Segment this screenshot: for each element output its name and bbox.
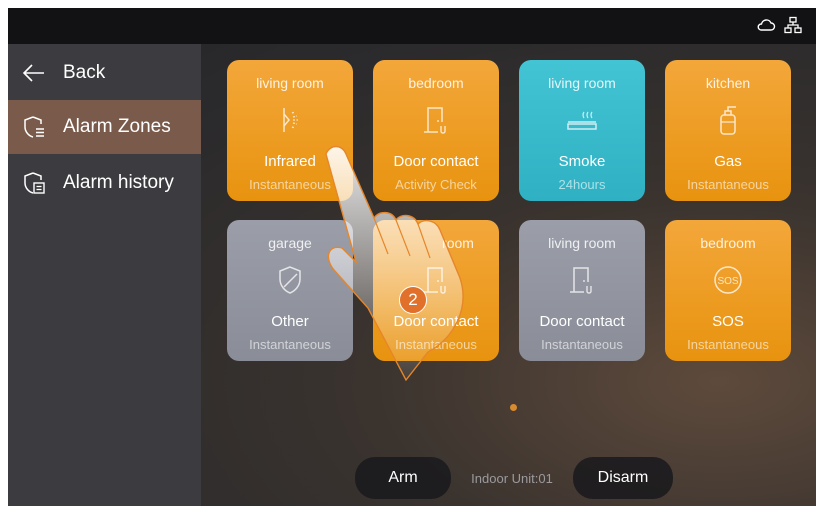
zone-room: living room: [548, 235, 616, 251]
zone-type: SOS: [712, 313, 744, 330]
zone-type: Infrared: [264, 153, 316, 170]
zone-mode: Instantaneous: [395, 337, 477, 352]
step-number: 2: [408, 290, 418, 309]
zone-tile[interactable]: bedroom SOS SOS Instantaneous: [665, 220, 791, 361]
door-contact-icon: [570, 267, 592, 294]
zone-type: Gas: [714, 153, 742, 170]
cloud-icon: [756, 16, 776, 34]
disarm-button[interactable]: Disarm: [573, 457, 673, 499]
zone-room: living room: [548, 75, 616, 91]
sidebar: Back Alarm Zones Alarm history: [8, 44, 201, 506]
arm-controls: Arm Indoor Unit:01 Disarm: [355, 457, 673, 499]
zone-tile[interactable]: room Door contact Instantaneous: [373, 220, 499, 361]
infrared-sensor-icon: [283, 108, 298, 132]
sidebar-item-alarm-history[interactable]: Alarm history: [8, 156, 201, 210]
back-label: Back: [63, 62, 106, 83]
shield-slash-icon: [279, 266, 301, 294]
zone-room: bedroom: [408, 75, 464, 91]
sidebar-item-alarm-zones[interactable]: Alarm Zones: [8, 100, 201, 154]
zone-mode: Instantaneous: [687, 177, 769, 192]
gas-cylinder-icon: [720, 106, 736, 135]
zone-tile[interactable]: living room Infrared Instantaneous: [227, 60, 353, 201]
status-bar: [8, 8, 816, 44]
page-indicator-dot[interactable]: [510, 404, 517, 411]
svg-text:SOS: SOS: [717, 276, 738, 287]
zone-room: garage: [268, 235, 312, 251]
back-button[interactable]: Back: [8, 46, 201, 100]
zone-type: Door contact: [393, 313, 479, 330]
zone-type: Door contact: [393, 153, 479, 170]
zone-mode: Instantaneous: [249, 177, 331, 192]
zone-room: living room: [256, 75, 324, 91]
arrow-left-icon: [22, 61, 46, 85]
sos-icon: SOS: [714, 266, 742, 294]
sidebar-item-label: Alarm history: [63, 172, 174, 193]
zone-type: Smoke: [558, 153, 606, 170]
sidebar-item-label: Alarm Zones: [63, 116, 171, 137]
door-contact-icon: [424, 107, 446, 134]
zone-mode: Instantaneous: [541, 337, 623, 352]
zone-tile[interactable]: garage Other Instantaneous: [227, 220, 353, 361]
network-icon: [784, 16, 802, 34]
shield-list-icon: [22, 115, 46, 139]
indoor-unit-label: Indoor Unit:01: [471, 470, 553, 486]
zone-mode: 24hours: [558, 177, 606, 192]
intercom-screen: Back Alarm Zones Alarm history living ro…: [8, 8, 816, 506]
zone-type: Door contact: [539, 313, 625, 330]
zone-tile[interactable]: kitchen Gas Instantaneous: [665, 60, 791, 201]
zone-mode: Activity Check: [395, 177, 477, 192]
arm-button[interactable]: Arm: [355, 457, 451, 499]
zone-tile[interactable]: living room Door contact Instantaneous: [519, 220, 645, 361]
zone-room: room: [442, 235, 474, 251]
zone-mode: Instantaneous: [687, 337, 769, 352]
zone-room: kitchen: [705, 75, 751, 91]
zone-tile[interactable]: living room Smoke 24hours: [519, 60, 645, 201]
zone-tile[interactable]: bedroom Door contact Activity Check: [373, 60, 499, 201]
step-marker: 2: [399, 286, 427, 314]
zone-room: bedroom: [700, 235, 756, 251]
shield-history-icon: [22, 171, 46, 195]
smoke-detector-icon: [567, 111, 597, 130]
zone-type: Other: [271, 313, 309, 330]
zone-mode: Instantaneous: [249, 337, 331, 352]
